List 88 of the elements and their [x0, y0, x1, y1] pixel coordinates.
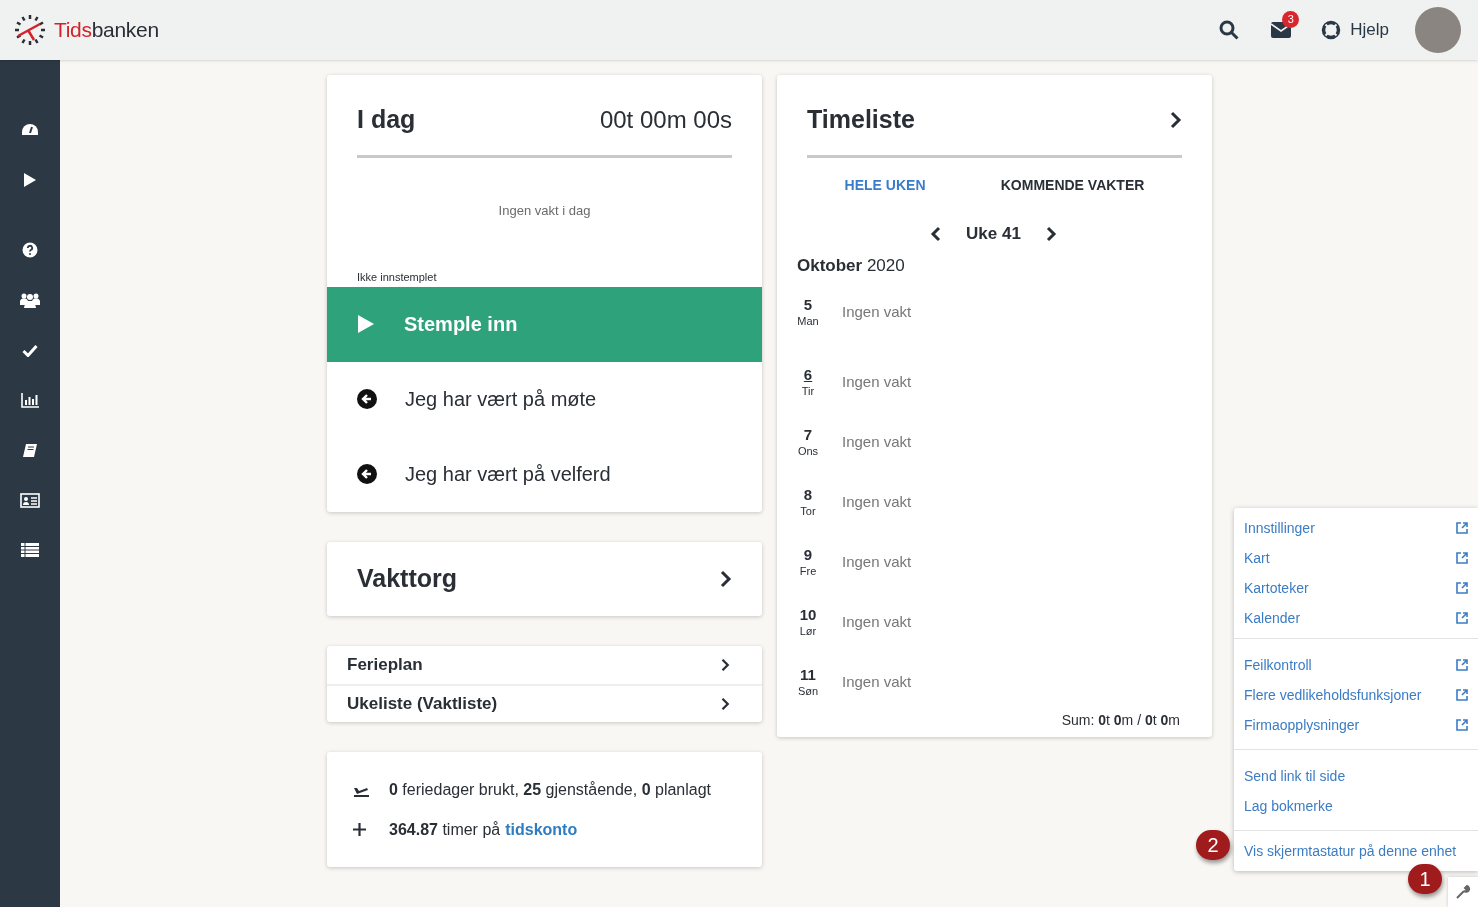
book-icon[interactable] — [22, 442, 38, 458]
elapsed-time: 00t 00m 00s — [599, 105, 732, 135]
vacation-summary: 0 feriedager brukt, 25 gjenstående, 0 planlagt — [389, 779, 712, 800]
external-link-icon — [1456, 689, 1468, 701]
external-link-icon — [1456, 612, 1468, 624]
arrow-left-circle-icon — [357, 464, 377, 484]
shift-status: Ingen vakt — [842, 371, 912, 392]
day-number: 5 — [803, 295, 813, 314]
menu-item[interactable]: Innstillinger — [1234, 513, 1478, 543]
chevron-right-icon — [720, 569, 732, 588]
day-number: 11 — [800, 665, 816, 684]
wrench-icon — [1456, 885, 1470, 899]
weekday-label: Ons — [797, 443, 819, 459]
day-number: 6 — [803, 365, 813, 384]
annotation-marker: 1 — [1408, 864, 1442, 894]
menu-item[interactable]: Kartoteker — [1234, 573, 1478, 603]
search-icon[interactable] — [1219, 20, 1240, 40]
link-row[interactable]: Ukeliste (Vaktliste) — [327, 683, 762, 722]
weekday-label: Lør — [799, 623, 817, 639]
weekday-label: Søn — [797, 683, 819, 699]
link-row[interactable]: Ferieplan — [327, 645, 762, 684]
external-link-icon — [1456, 522, 1468, 534]
weekday-label: Tir — [801, 383, 815, 399]
day-number: 7 — [803, 425, 813, 444]
shift-status: Ingen vakt — [842, 301, 912, 322]
day-number: 9 — [803, 545, 813, 564]
action-button[interactable]: Jeg har vært på velferd — [327, 436, 762, 512]
clock-logo-icon — [14, 14, 46, 46]
menu-item[interactable]: Feilkontroll — [1234, 650, 1478, 680]
tab[interactable]: KOMMENDE VAKTER — [1000, 175, 1145, 196]
day-number: 8 — [803, 485, 813, 504]
bar-chart-icon[interactable] — [21, 392, 39, 408]
external-link-icon — [1456, 719, 1468, 731]
envelope-icon[interactable] — [1271, 22, 1292, 38]
weekday-label: Fre — [799, 563, 817, 579]
shift-status: Ingen vakt — [842, 551, 912, 572]
users-icon[interactable] — [20, 292, 40, 308]
list-icon[interactable] — [21, 543, 39, 557]
menu-item[interactable]: Kart — [1234, 543, 1478, 573]
hours-summary: 364.87 timer på — [389, 819, 501, 840]
no-shift-message: Ingen vakt i dag — [497, 202, 592, 220]
speedometer-icon[interactable] — [21, 122, 39, 138]
arrow-left-circle-icon — [357, 389, 377, 409]
menu-item[interactable]: Vis skjermtastatur på denne enhet — [1234, 836, 1478, 866]
action-button[interactable]: Jeg har vært på møte — [327, 361, 762, 437]
clock-in-button[interactable]: Stemple inn — [327, 286, 762, 362]
previous-week-button[interactable] — [930, 225, 943, 242]
menu-item[interactable]: Kalender — [1234, 603, 1478, 633]
weekday-label: Tor — [800, 503, 816, 519]
next-week-button[interactable] — [1044, 225, 1057, 242]
time-account-link[interactable]: tidskonto — [505, 817, 578, 842]
chevron-right-icon — [721, 696, 730, 711]
weekday-label: Man — [797, 313, 819, 329]
week-label: Uke 41 — [966, 223, 1021, 245]
help-icon[interactable] — [22, 242, 38, 258]
tab[interactable]: HELE UKEN — [844, 175, 926, 196]
shift-status: Ingen vakt — [842, 491, 912, 512]
shift-status: Ingen vakt — [842, 671, 912, 692]
user-avatar[interactable] — [1415, 7, 1461, 53]
external-link-icon — [1456, 659, 1468, 671]
shift-status: Ingen vakt — [842, 611, 912, 632]
menu-item[interactable]: Firmaopplysninger — [1234, 710, 1478, 740]
shift-market-card[interactable]: Vakttorg — [327, 541, 762, 616]
menu-item[interactable]: Flere vedlikeholdsfunksjoner — [1234, 680, 1478, 710]
external-link-icon — [1456, 582, 1468, 594]
help-link[interactable]: Hjelp — [1350, 17, 1389, 43]
shift-status: Ingen vakt — [842, 431, 912, 452]
month-heading: Oktober 2020 — [797, 254, 906, 277]
menu-item[interactable]: Lag bokmerke — [1234, 791, 1478, 821]
week-sum: Sum: 0t 0m / 0t 0m — [1060, 711, 1181, 730]
lifebuoy-icon[interactable] — [1321, 20, 1342, 40]
clock-status: Ikke innstemplet — [357, 269, 438, 285]
tools-button[interactable] — [1448, 877, 1478, 907]
card-title: Timeliste — [807, 104, 915, 136]
external-link-icon — [1456, 552, 1468, 564]
id-card-icon[interactable] — [20, 492, 40, 508]
day-number: 10 — [799, 605, 817, 624]
chevron-right-icon — [721, 657, 730, 672]
annotation-marker: 2 — [1196, 830, 1230, 860]
plus-icon — [353, 823, 366, 836]
play-icon[interactable] — [23, 172, 37, 188]
card-title: I dag — [357, 104, 416, 136]
checkmark-icon[interactable] — [22, 343, 38, 357]
app-logo[interactable]: Tidsbanken — [54, 14, 159, 46]
chevron-right-icon[interactable] — [1170, 111, 1182, 129]
menu-item[interactable]: Send link til side — [1234, 761, 1478, 791]
play-icon — [357, 314, 375, 334]
unread-count-badge: 3 — [1282, 11, 1300, 28]
